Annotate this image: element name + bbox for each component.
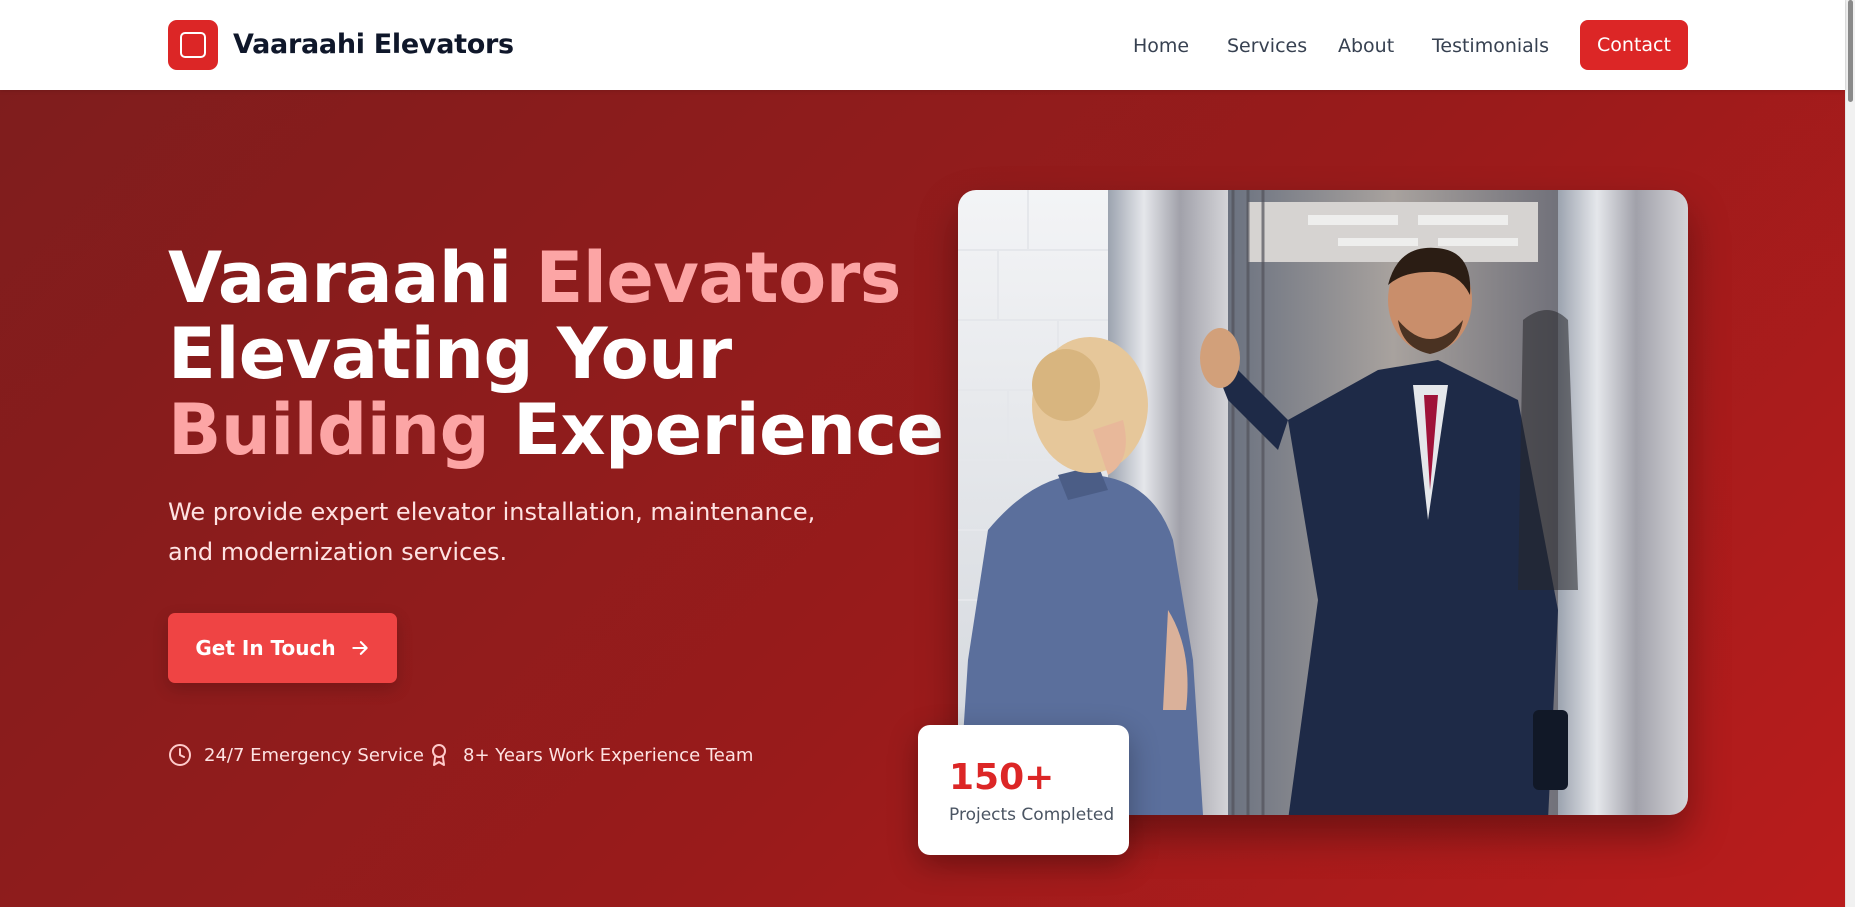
hero-elevator-photo bbox=[958, 190, 1688, 815]
cta-label: Get In Touch bbox=[195, 636, 336, 660]
stat-label: Projects Completed bbox=[949, 805, 1115, 825]
headline-line2: Elevating Your bbox=[168, 313, 732, 395]
feature-experience-team: 8+ Years Work Experience Team bbox=[427, 743, 753, 767]
headline-experience-word: Experience bbox=[489, 389, 944, 471]
nav-link-home[interactable]: Home bbox=[1133, 35, 1189, 57]
nav-link-services[interactable]: Services bbox=[1227, 35, 1307, 57]
hero-section: Vaaraahi Elevators Elevating Your Buildi… bbox=[0, 90, 1845, 907]
headline-accent-elevators: Elevators bbox=[535, 237, 902, 319]
logo-inner-square bbox=[180, 32, 206, 58]
hero-headline: Vaaraahi Elevators Elevating Your Buildi… bbox=[168, 237, 944, 471]
arrow-right-icon bbox=[351, 641, 368, 655]
nav-link-about[interactable]: About bbox=[1338, 35, 1394, 57]
elevator-scene-illustration bbox=[958, 190, 1688, 815]
headline-brand-word: Vaaraahi bbox=[168, 237, 536, 319]
projects-stat-card: 150+ Projects Completed bbox=[918, 725, 1129, 855]
brand-name[interactable]: Vaaraahi Elevators bbox=[233, 29, 514, 60]
logo-square-icon[interactable] bbox=[168, 20, 218, 70]
contact-button[interactable]: Contact bbox=[1580, 20, 1688, 70]
award-icon bbox=[432, 744, 446, 766]
nav-link-testimonials[interactable]: Testimonials bbox=[1432, 35, 1549, 57]
page-scrollbar[interactable] bbox=[1845, 0, 1855, 907]
clock-icon bbox=[169, 744, 191, 766]
headline-line1: Vaaraahi Elevators bbox=[168, 237, 901, 319]
headline-accent-building: Building bbox=[168, 389, 490, 471]
stat-number: 150+ bbox=[949, 757, 1055, 798]
scrollbar-thumb[interactable] bbox=[1848, 0, 1853, 102]
feature-label: 24/7 Emergency Service bbox=[204, 744, 424, 766]
get-in-touch-button[interactable]: Get In Touch bbox=[168, 613, 397, 683]
feature-label: 8+ Years Work Experience Team bbox=[463, 744, 754, 766]
feature-emergency-service: 24/7 Emergency Service bbox=[168, 743, 424, 767]
navbar: Vaaraahi Elevators Home Services About T… bbox=[0, 0, 1845, 90]
hero-subtext: We provide expert elevator installation,… bbox=[168, 498, 816, 566]
headline-line3: Building Experience bbox=[168, 389, 944, 471]
